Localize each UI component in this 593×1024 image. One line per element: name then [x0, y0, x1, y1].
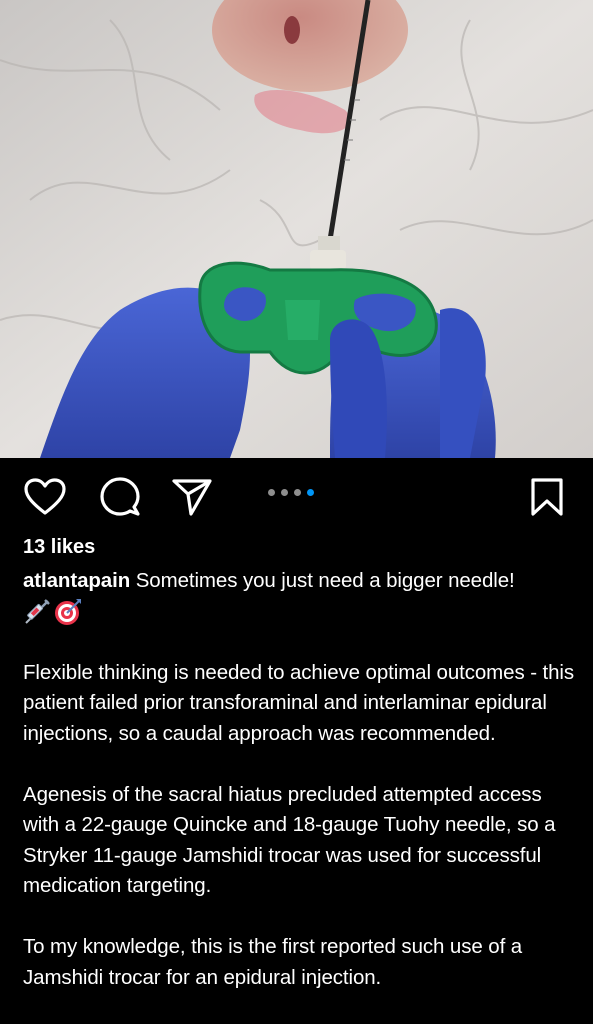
- likes-count[interactable]: 13 likes: [23, 534, 95, 560]
- pagination-dot: [268, 489, 275, 496]
- caption-emojis: [23, 597, 578, 628]
- comment-icon[interactable]: [100, 477, 140, 517]
- caption-text: Sometimes you just need a bigger needle!: [130, 569, 515, 592]
- post-photo[interactable]: [0, 0, 593, 458]
- caption-username[interactable]: atlantapain: [23, 569, 130, 592]
- direct-hit-icon: [55, 599, 81, 626]
- pagination-dot-active: [307, 489, 314, 496]
- post-action-bar: [0, 458, 593, 534]
- pagination-dot: [281, 489, 288, 496]
- send-icon[interactable]: [172, 478, 212, 516]
- post-photo-illustration: [0, 0, 593, 458]
- pagination-dot: [294, 489, 301, 496]
- caption-paragraph-3: To my knowledge, this is the first repor…: [23, 935, 523, 989]
- caption-paragraph-2: Agenesis of the sacral hiatus precluded …: [23, 782, 556, 898]
- bookmark-icon[interactable]: [530, 477, 564, 517]
- post-caption: atlantapain Sometimes you just need a bi…: [23, 566, 578, 993]
- heart-icon[interactable]: [24, 478, 66, 516]
- carousel-pagination: [268, 489, 314, 496]
- caption-paragraph-1: Flexible thinking is needed to achieve o…: [23, 660, 575, 745]
- syringe-icon: [25, 598, 50, 624]
- caption-line: atlantapain Sometimes you just need a bi…: [23, 566, 578, 597]
